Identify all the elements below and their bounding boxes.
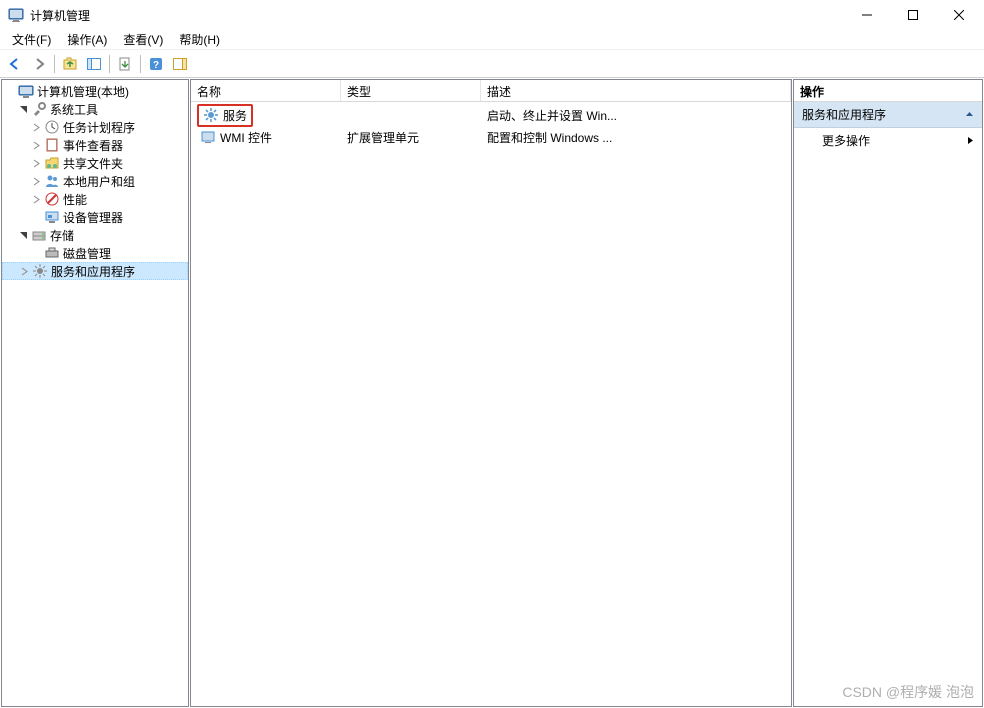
disk-icon	[44, 245, 60, 261]
device-icon	[44, 209, 60, 225]
list-header: 名称 类型 描述	[191, 80, 791, 102]
tree-system-tools[interactable]: 系统工具	[2, 100, 188, 118]
up-button[interactable]	[59, 53, 81, 75]
list-cell-description: 配置和控制 Windows ...	[481, 129, 791, 146]
export-button[interactable]	[114, 53, 136, 75]
nav-tree: 计算机管理(本地) 系统工具 任务计划程序 事件查看器	[2, 80, 188, 282]
tree-label: 存储	[50, 227, 74, 244]
list-cell-type: 扩展管理单元	[341, 129, 481, 146]
chevron-down-icon[interactable]	[17, 103, 30, 116]
computer-icon	[18, 83, 34, 99]
forward-button[interactable]	[28, 53, 50, 75]
chevron-down-icon[interactable]	[17, 229, 30, 242]
chevron-right-icon[interactable]	[30, 193, 43, 206]
menu-bar: 文件(F) 操作(A) 查看(V) 帮助(H)	[0, 30, 984, 50]
tree-label: 共享文件夹	[63, 155, 123, 172]
menu-action[interactable]: 操作(A)	[59, 29, 115, 50]
list-cell-description: 启动、终止并设置 Win...	[481, 107, 791, 124]
tree-task-scheduler[interactable]: 任务计划程序	[2, 118, 188, 136]
clock-icon	[44, 119, 60, 135]
chevron-right-icon[interactable]	[30, 157, 43, 170]
col-description[interactable]: 描述	[481, 80, 791, 101]
content-area: 计算机管理(本地) 系统工具 任务计划程序 事件查看器	[0, 78, 984, 708]
menu-help[interactable]: 帮助(H)	[171, 29, 228, 50]
tree-label: 性能	[63, 191, 87, 208]
storage-icon	[31, 227, 47, 243]
gear-icon	[203, 107, 219, 123]
tree-label: 磁盘管理	[63, 245, 111, 262]
close-button[interactable]	[936, 0, 982, 30]
list-row-services[interactable]: 服务 启动、终止并设置 Win...	[191, 104, 791, 126]
app-icon	[8, 7, 24, 23]
tree-performance[interactable]: 性能	[2, 190, 188, 208]
list-cell-name: 服务	[223, 107, 247, 124]
window-title: 计算机管理	[30, 7, 844, 24]
chevron-right-icon[interactable]	[30, 175, 43, 188]
tree-label: 设备管理器	[63, 209, 123, 226]
chevron-right-icon[interactable]	[30, 121, 43, 134]
list-body: 服务 启动、终止并设置 Win... WMI 控件 扩展管理单元 配置和控制 W…	[191, 102, 791, 706]
chevron-right-icon[interactable]	[30, 139, 43, 152]
tools-icon	[31, 101, 47, 117]
show-hide-tree-button[interactable]	[83, 53, 105, 75]
folder-share-icon	[44, 155, 60, 171]
svg-text:?: ?	[153, 60, 159, 71]
tree-storage[interactable]: 存储	[2, 226, 188, 244]
perf-icon	[44, 191, 60, 207]
list-pane: 名称 类型 描述 服务 启动、终止并设置 Win... WM	[190, 79, 792, 707]
tree-label: 计算机管理(本地)	[37, 83, 129, 100]
actions-pane: 操作 服务和应用程序 更多操作	[793, 79, 983, 707]
minimize-button[interactable]	[844, 0, 890, 30]
actions-header: 操作	[794, 80, 982, 102]
tree-label: 系统工具	[50, 101, 98, 118]
tree-label: 本地用户和组	[63, 173, 135, 190]
toolbar: ?	[0, 50, 984, 78]
actions-more[interactable]: 更多操作	[794, 128, 982, 153]
tree-label: 事件查看器	[63, 137, 123, 154]
tree-event-viewer[interactable]: 事件查看器	[2, 136, 188, 154]
col-name[interactable]: 名称	[191, 80, 341, 101]
window-controls	[844, 0, 982, 30]
tree-label: 服务和应用程序	[51, 263, 135, 280]
title-bar: 计算机管理	[0, 0, 984, 30]
menu-view[interactable]: 查看(V)	[115, 29, 171, 50]
actions-item-label: 更多操作	[822, 132, 870, 149]
tree-label: 任务计划程序	[63, 119, 135, 136]
tree-services-apps[interactable]: 服务和应用程序	[2, 262, 188, 280]
services-icon	[32, 263, 48, 279]
actions-group-title[interactable]: 服务和应用程序	[794, 102, 982, 128]
menu-file[interactable]: 文件(F)	[4, 29, 59, 50]
list-row-wmi[interactable]: WMI 控件 扩展管理单元 配置和控制 Windows ...	[191, 126, 791, 148]
maximize-button[interactable]	[890, 0, 936, 30]
chevron-down-icon[interactable]	[4, 85, 17, 98]
tree-device-manager[interactable]: 设备管理器	[2, 208, 188, 226]
toolbar-separator	[109, 55, 110, 73]
users-icon	[44, 173, 60, 189]
chevron-right-icon	[967, 136, 974, 145]
help-button[interactable]: ?	[145, 53, 167, 75]
chevron-right-icon[interactable]	[18, 265, 31, 278]
tree-pane: 计算机管理(本地) 系统工具 任务计划程序 事件查看器	[1, 79, 189, 707]
actions-group-label: 服务和应用程序	[802, 106, 886, 123]
back-button[interactable]	[4, 53, 26, 75]
book-icon	[44, 137, 60, 153]
tree-local-users-groups[interactable]: 本地用户和组	[2, 172, 188, 190]
collapse-icon[interactable]	[965, 110, 974, 119]
toolbar-separator	[140, 55, 141, 73]
tree-disk-management[interactable]: 磁盘管理	[2, 244, 188, 262]
show-hide-action-pane-button[interactable]	[169, 53, 191, 75]
list-cell-name: WMI 控件	[220, 129, 272, 146]
col-type[interactable]: 类型	[341, 80, 481, 101]
tree-shared-folders[interactable]: 共享文件夹	[2, 154, 188, 172]
tree-root[interactable]: 计算机管理(本地)	[2, 82, 188, 100]
toolbar-separator	[54, 55, 55, 73]
wmi-icon	[200, 129, 216, 145]
